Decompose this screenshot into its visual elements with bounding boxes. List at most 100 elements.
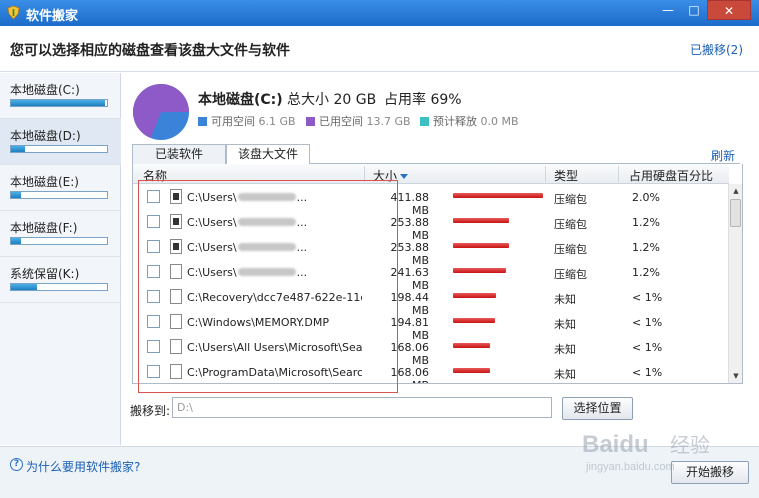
column-disk-percent[interactable]: 占用硬盘百分比 xyxy=(629,167,713,184)
move-to-path-input[interactable] xyxy=(172,397,552,418)
file-path: C:\Users\... xyxy=(187,216,362,229)
table-row[interactable]: C:\Users\... 253.88 MB 压缩包 1.2% xyxy=(133,209,729,242)
file-type: 压缩包 xyxy=(554,218,587,231)
disk-usage-bar xyxy=(10,99,108,107)
sidebar-item-disk-d[interactable]: 本地磁盘(D:) xyxy=(0,119,121,165)
file-path-prefix: C:\Users\ xyxy=(187,241,237,254)
legend-used-label: 已用空间 xyxy=(319,115,363,128)
table-row[interactable]: C:\ProgramData\Microsoft\Search... 168.06… xyxy=(133,359,729,383)
start-move-button[interactable]: 开始搬移 xyxy=(671,461,749,484)
legend-free: 可用空间 6.1 GB xyxy=(198,113,296,129)
vertical-scrollbar[interactable]: ▲ ▼ xyxy=(728,184,742,383)
sidebar-item-disk-k[interactable]: 系统保留(K:) xyxy=(0,257,121,303)
file-path-prefix: C:\ProgramData\Microsoft\Search... xyxy=(187,366,362,379)
size-bar xyxy=(453,368,490,373)
table-row[interactable]: C:\Users\... 253.88 MB 压缩包 1.2% xyxy=(133,234,729,267)
file-path-prefix: C:\Recovery\dcc7e487-622e-11d... xyxy=(187,291,362,304)
usage-rate: 占用率 69% xyxy=(384,92,462,108)
move-to-label: 搬移到: xyxy=(130,404,171,418)
minimize-icon[interactable]: — xyxy=(655,0,681,20)
disk-usage-bar xyxy=(10,283,108,291)
row-checkbox[interactable] xyxy=(147,190,160,203)
tab-installed-software[interactable]: 已装软件 xyxy=(132,144,226,164)
table-header: 名称 大小 类型 占用硬盘百分比 xyxy=(133,164,729,184)
moved-count-link[interactable]: 已搬移(2) xyxy=(690,41,743,58)
table-row[interactable]: C:\Windows\MEMORY.DMP 194.81 MB 未知 < 1% xyxy=(133,309,729,342)
disk-name: 本地磁盘(C:) xyxy=(198,92,283,108)
disk-label: 本地磁盘(C:) xyxy=(10,83,80,97)
disk-usage-fill xyxy=(11,192,21,198)
close-icon[interactable]: ✕ xyxy=(707,0,751,20)
file-icon xyxy=(170,314,182,329)
disk-label: 系统保留(K:) xyxy=(10,267,80,281)
row-checkbox[interactable] xyxy=(147,315,160,328)
table-row[interactable]: C:\Users\All Users\Microsoft\Sear... 168.… xyxy=(133,334,729,367)
refresh-link[interactable]: 刷新 xyxy=(711,147,735,164)
disk-percent: 2.0% xyxy=(632,191,660,204)
file-path: C:\Users\... xyxy=(187,191,362,204)
size-bar xyxy=(453,318,495,323)
table-row[interactable]: C:\Users\... 411.88 MB 压缩包 2.0% xyxy=(133,184,729,217)
disk-label: 本地磁盘(E:) xyxy=(10,175,79,189)
file-path-suffix: ... xyxy=(296,241,308,254)
file-path: C:\Users\... xyxy=(187,241,362,254)
disk-summary: 本地磁盘(C:) 总大小 20 GB 占用率 69% 可用空间 6.1 GB 已… xyxy=(132,83,732,140)
legend-free-value: 6.1 GB xyxy=(258,115,296,128)
maximize-icon[interactable]: □ xyxy=(681,0,707,20)
file-path-prefix: C:\Users\All Users\Microsoft\Sear... xyxy=(187,341,362,354)
row-checkbox[interactable] xyxy=(147,365,160,378)
archive-file-icon xyxy=(170,189,182,204)
tab-big-files[interactable]: 该盘大文件 xyxy=(226,144,310,165)
sidebar-item-disk-e[interactable]: 本地磁盘(E:) xyxy=(0,165,121,211)
archive-file-icon xyxy=(170,214,182,229)
disk-percent: 1.2% xyxy=(632,266,660,279)
column-size-label: 大小 xyxy=(373,169,398,183)
big-files-table: 名称 大小 类型 占用硬盘百分比 C:\Users\... 411.88 MB 压缩… xyxy=(132,164,743,384)
table-row[interactable]: C:\Recovery\dcc7e487-622e-11d... 198.44 M… xyxy=(133,284,729,317)
file-path-prefix: C:\Windows\MEMORY.DMP xyxy=(187,316,330,329)
sidebar-item-disk-f[interactable]: 本地磁盘(F:) xyxy=(0,211,121,257)
tab-bar: 已装软件 该盘大文件 刷新 xyxy=(132,144,740,165)
disk-usage-fill xyxy=(11,146,25,152)
disk-sidebar: 本地磁盘(C:) 本地磁盘(D:) 本地磁盘(E:) 本地磁盘(F:) 系统保留… xyxy=(0,73,121,445)
column-separator xyxy=(364,166,365,182)
table-row[interactable]: C:\Users\... 241.63 MB 压缩包 1.2% xyxy=(133,259,729,292)
row-checkbox[interactable] xyxy=(147,265,160,278)
file-path-suffix: ... xyxy=(296,266,308,279)
disk-label: 本地磁盘(F:) xyxy=(10,221,78,235)
disk-usage-pie xyxy=(133,83,189,140)
legend-used: 已用空间 13.7 GB xyxy=(306,113,411,129)
file-type: 未知 xyxy=(554,343,576,356)
scroll-thumb[interactable] xyxy=(730,199,741,227)
row-checkbox[interactable] xyxy=(147,290,160,303)
size-bar xyxy=(453,293,496,298)
disk-percent: < 1% xyxy=(632,341,663,354)
scroll-down-icon[interactable]: ▼ xyxy=(729,369,742,383)
sidebar-item-disk-c[interactable]: 本地磁盘(C:) xyxy=(0,73,121,119)
size-bar xyxy=(453,268,506,273)
disk-label: 本地磁盘(D:) xyxy=(10,129,81,143)
total-size: 总大小 20 GB xyxy=(287,92,377,108)
disk-usage-fill xyxy=(11,284,37,290)
choose-location-button[interactable]: 选择位置 xyxy=(562,397,633,420)
row-checkbox[interactable] xyxy=(147,240,160,253)
file-path: C:\Recovery\dcc7e487-622e-11d... xyxy=(187,291,362,304)
column-name[interactable]: 名称 xyxy=(143,167,167,184)
why-move-link[interactable]: 为什么要用软件搬家? xyxy=(26,458,140,475)
column-type[interactable]: 类型 xyxy=(554,167,578,184)
file-size: 168.06 MB xyxy=(390,366,430,383)
file-type: 压缩包 xyxy=(554,268,587,281)
disk-usage-bar xyxy=(10,145,108,153)
disk-percent: 1.2% xyxy=(632,216,660,229)
column-size[interactable]: 大小 xyxy=(373,167,409,184)
redacted-text xyxy=(237,268,296,276)
scroll-up-icon[interactable]: ▲ xyxy=(729,184,742,198)
legend-used-value: 13.7 GB xyxy=(366,115,411,128)
row-checkbox[interactable] xyxy=(147,340,160,353)
help-icon[interactable]: ? xyxy=(10,458,23,471)
row-checkbox[interactable] xyxy=(147,215,160,228)
file-icon xyxy=(170,364,182,379)
file-icon xyxy=(170,289,182,304)
legend-swatch-free xyxy=(198,117,207,126)
size-bar xyxy=(453,193,543,198)
